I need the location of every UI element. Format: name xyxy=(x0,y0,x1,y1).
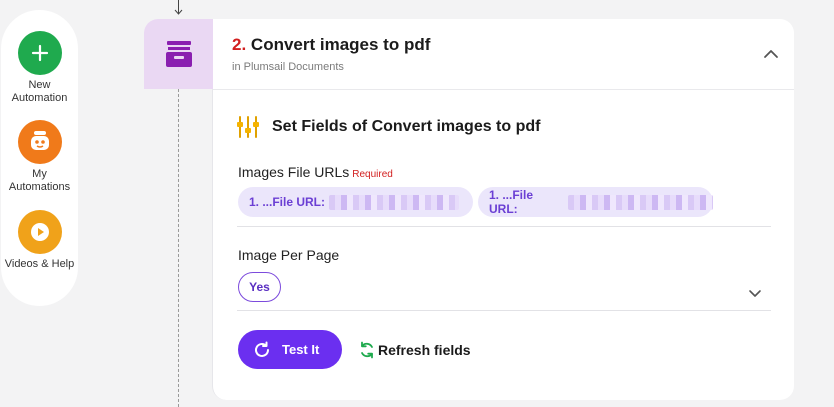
videos-help-label: Videos & Help xyxy=(4,258,75,270)
redacted-value xyxy=(568,194,713,210)
step-title: 2. Convert images to pdf xyxy=(232,35,430,55)
play-icon xyxy=(17,210,62,254)
app-tile xyxy=(144,19,213,89)
divider xyxy=(237,226,771,227)
required-badge: Required xyxy=(352,169,393,180)
step-card: 2. Convert images to pdf in Plumsail Doc… xyxy=(144,19,794,400)
step-title-text: Convert images to pdf xyxy=(250,35,431,54)
plus-icon xyxy=(17,31,62,75)
chevron-down-icon[interactable] xyxy=(747,286,763,302)
arrow-down-icon xyxy=(174,0,183,15)
my-automations-label: My Automations xyxy=(8,168,71,193)
step-body: Set Fields of Convert images to pdf Imag… xyxy=(212,89,794,400)
per-page-field-label: Image Per Page xyxy=(238,247,340,263)
images-label-text: Images File URLs xyxy=(238,164,350,180)
per-page-value-chip[interactable]: Yes xyxy=(238,272,281,302)
test-it-label: Test It xyxy=(282,342,320,357)
section-title: Set Fields of Convert images to pdf xyxy=(237,116,541,138)
test-it-button[interactable]: Test It xyxy=(238,330,342,369)
section-title-text: Set Fields of Convert images to pdf xyxy=(272,118,541,135)
archive-tray-icon xyxy=(165,41,192,67)
divider xyxy=(237,310,771,311)
step-number: 2. xyxy=(232,35,247,54)
robot-icon xyxy=(17,120,62,164)
file-url-chip[interactable]: 1. ...File URL: xyxy=(238,187,473,217)
sliders-icon xyxy=(237,116,259,138)
refresh-icon xyxy=(361,341,373,359)
chevron-up-icon[interactable] xyxy=(762,45,780,63)
images-field-label: Images File URLs Required xyxy=(238,164,393,180)
my-automations-button[interactable]: My Automations xyxy=(1,120,78,194)
step-header[interactable]: 2. Convert images to pdf in Plumsail Doc… xyxy=(144,19,794,89)
file-url-chip-label: 1. ...File URL: xyxy=(249,195,326,209)
refresh-fields-button[interactable]: Refresh fields xyxy=(359,341,471,359)
refresh-circle-icon xyxy=(255,341,269,357)
videos-help-button[interactable]: Videos & Help xyxy=(1,210,78,271)
file-url-chip[interactable]: 1. ...File URL: xyxy=(478,187,713,217)
left-rail: New Automation My Automations Videos & H… xyxy=(1,10,78,306)
file-url-chip-label: 1. ...File URL: xyxy=(489,188,534,216)
refresh-fields-label: Refresh fields xyxy=(378,342,471,358)
new-automation-label: New Automation xyxy=(11,79,68,104)
step-subtitle: in Plumsail Documents xyxy=(232,61,344,73)
new-automation-button[interactable]: New Automation xyxy=(1,31,78,105)
redacted-value xyxy=(329,194,460,210)
